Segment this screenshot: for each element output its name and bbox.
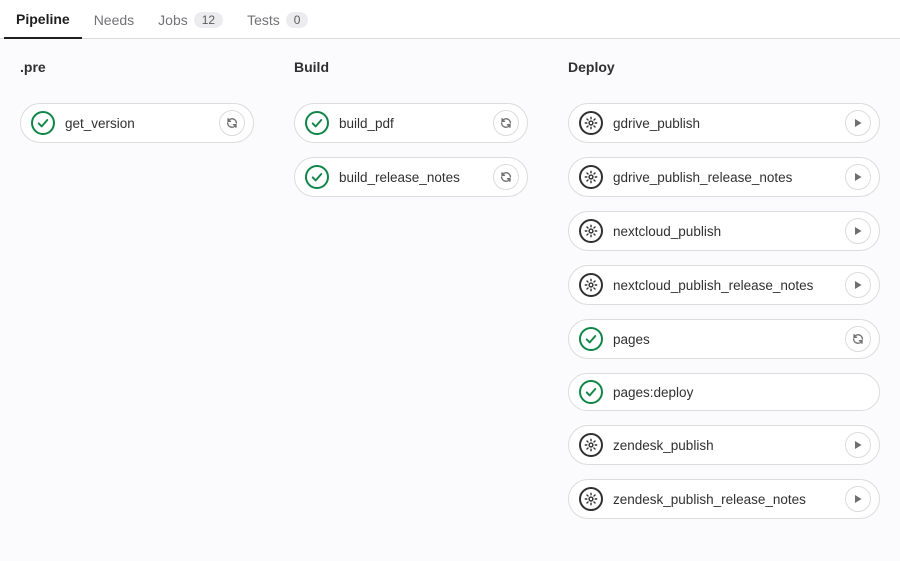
tab-label: Needs — [94, 12, 134, 28]
status-manual-icon — [579, 487, 603, 511]
tab-label: Pipeline — [16, 11, 70, 27]
stage-title: Build — [294, 59, 528, 75]
tab-needs[interactable]: Needs — [82, 1, 146, 39]
job-pill[interactable]: nextcloud_publish_release_notes — [568, 265, 880, 305]
stage-title: .pre — [20, 59, 254, 75]
status-passed-icon — [305, 165, 329, 189]
job-name: nextcloud_publish — [613, 224, 835, 239]
tab-badge: 0 — [286, 12, 309, 28]
job-name: gdrive_publish_release_notes — [613, 170, 835, 185]
job-pill[interactable]: gdrive_publish — [568, 103, 880, 143]
job-name: gdrive_publish — [613, 116, 835, 131]
job-pill[interactable]: pages:deploy — [568, 373, 880, 411]
job-name: pages — [613, 332, 835, 347]
pipeline-tabs: Pipeline Needs Jobs 12 Tests 0 — [0, 0, 900, 39]
tab-tests[interactable]: Tests 0 — [235, 1, 320, 39]
stage-column: .pre get_version — [20, 59, 254, 157]
retry-icon[interactable] — [493, 164, 519, 190]
job-pill[interactable]: get_version — [20, 103, 254, 143]
stage-title: Deploy — [568, 59, 880, 75]
job-pill[interactable]: gdrive_publish_release_notes — [568, 157, 880, 197]
tab-jobs[interactable]: Jobs 12 — [146, 1, 235, 39]
retry-icon[interactable] — [219, 110, 245, 136]
job-name: zendesk_publish_release_notes — [613, 492, 835, 507]
status-manual-icon — [579, 165, 603, 189]
job-name: get_version — [65, 116, 209, 131]
tab-label: Jobs — [158, 12, 188, 28]
job-pill[interactable]: nextcloud_publish — [568, 211, 880, 251]
job-name: nextcloud_publish_release_notes — [613, 278, 835, 293]
job-name: pages:deploy — [613, 385, 871, 400]
status-passed-icon — [305, 111, 329, 135]
play-icon[interactable] — [845, 486, 871, 512]
retry-icon[interactable] — [493, 110, 519, 136]
job-pill[interactable]: zendesk_publish — [568, 425, 880, 465]
tab-pipeline[interactable]: Pipeline — [4, 1, 82, 39]
job-name: build_pdf — [339, 116, 483, 131]
job-name: build_release_notes — [339, 170, 483, 185]
job-pill[interactable]: build_pdf — [294, 103, 528, 143]
status-passed-icon — [579, 327, 603, 351]
job-pill[interactable]: zendesk_publish_release_notes — [568, 479, 880, 519]
play-icon[interactable] — [845, 110, 871, 136]
stage-column: Deploy gdrive_publish gdrive_publish_relea… — [568, 59, 880, 533]
play-icon[interactable] — [845, 432, 871, 458]
job-name: zendesk_publish — [613, 438, 835, 453]
play-icon[interactable] — [845, 272, 871, 298]
status-manual-icon — [579, 273, 603, 297]
play-icon[interactable] — [845, 164, 871, 190]
status-manual-icon — [579, 111, 603, 135]
tab-label: Tests — [247, 12, 280, 28]
job-pill[interactable]: pages — [568, 319, 880, 359]
pipeline-graph: .pre get_version Build build_pdf build_relea… — [0, 39, 900, 561]
tab-badge: 12 — [194, 12, 223, 28]
play-icon[interactable] — [845, 218, 871, 244]
retry-icon[interactable] — [845, 326, 871, 352]
status-passed-icon — [31, 111, 55, 135]
stage-column: Build build_pdf build_release_notes — [294, 59, 528, 211]
status-manual-icon — [579, 433, 603, 457]
status-passed-icon — [579, 380, 603, 404]
status-manual-icon — [579, 219, 603, 243]
job-pill[interactable]: build_release_notes — [294, 157, 528, 197]
